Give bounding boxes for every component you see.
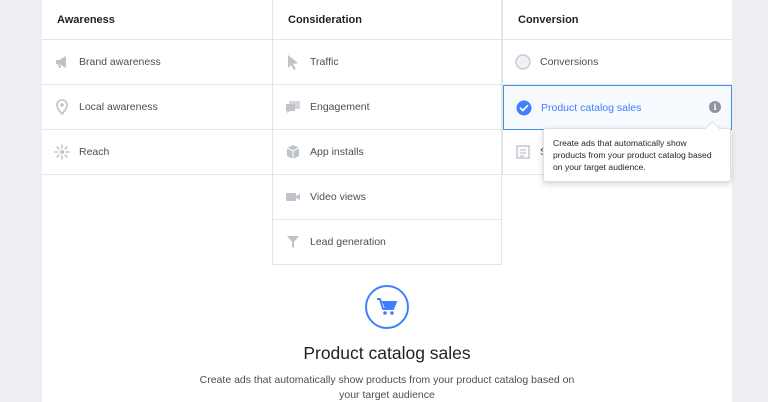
detail-title: Product catalog sales bbox=[303, 343, 471, 363]
objective-label: App installs bbox=[310, 146, 364, 158]
funnel-icon bbox=[285, 234, 301, 250]
objective-label: Traffic bbox=[310, 56, 339, 68]
store-icon bbox=[515, 144, 531, 160]
detail-description: Create ads that automatically show produ… bbox=[199, 374, 575, 401]
reach-burst-icon bbox=[54, 144, 70, 160]
column-awareness: Awareness Brand awareness Local awarenes… bbox=[42, 0, 272, 175]
location-pin-icon bbox=[54, 99, 70, 115]
objective-video-views[interactable]: Video views bbox=[273, 175, 502, 220]
objective-label: Engagement bbox=[310, 101, 370, 113]
box-icon bbox=[285, 144, 301, 160]
objective-brand-awareness[interactable]: Brand awareness bbox=[42, 40, 272, 85]
globe-icon bbox=[515, 54, 531, 70]
objective-detail: Product catalog sales Create ads that au… bbox=[42, 285, 732, 402]
objective-label: Brand awareness bbox=[79, 56, 161, 68]
tooltip-text: Create ads that automatically show produ… bbox=[553, 138, 712, 172]
objective-lead-generation[interactable]: Lead generation bbox=[273, 220, 502, 265]
objective-label: Reach bbox=[79, 146, 110, 158]
objective-product-catalog-sales[interactable]: Product catalog sales i bbox=[503, 85, 732, 130]
objective-app-installs[interactable]: App installs bbox=[273, 130, 502, 175]
column-consideration: Consideration Traffic Engagement App ins… bbox=[272, 0, 502, 265]
objective-label: Video views bbox=[310, 191, 366, 203]
objective-reach[interactable]: Reach bbox=[42, 130, 272, 175]
checkmark-icon bbox=[516, 100, 532, 116]
objective-traffic[interactable]: Traffic bbox=[273, 40, 502, 85]
shopping-cart-icon bbox=[365, 285, 409, 329]
objective-label: Product catalog sales bbox=[541, 101, 642, 114]
speech-bubbles-icon bbox=[285, 99, 301, 115]
column-header-conversion: Conversion bbox=[503, 0, 732, 40]
megaphone-icon bbox=[54, 54, 70, 70]
objective-local-awareness[interactable]: Local awareness bbox=[42, 85, 272, 130]
objective-engagement[interactable]: Engagement bbox=[273, 85, 502, 130]
info-icon[interactable]: i bbox=[709, 101, 721, 113]
column-header-awareness: Awareness bbox=[42, 0, 272, 40]
column-header-consideration: Consideration bbox=[273, 0, 502, 40]
objective-label: Lead generation bbox=[310, 236, 386, 248]
cursor-icon bbox=[285, 54, 301, 70]
objective-label: Conversions bbox=[540, 56, 599, 68]
objective-tooltip: Create ads that automatically show produ… bbox=[543, 128, 731, 182]
objective-conversions[interactable]: Conversions bbox=[503, 40, 732, 85]
objective-label: Local awareness bbox=[79, 101, 158, 113]
video-camera-icon bbox=[285, 189, 301, 205]
